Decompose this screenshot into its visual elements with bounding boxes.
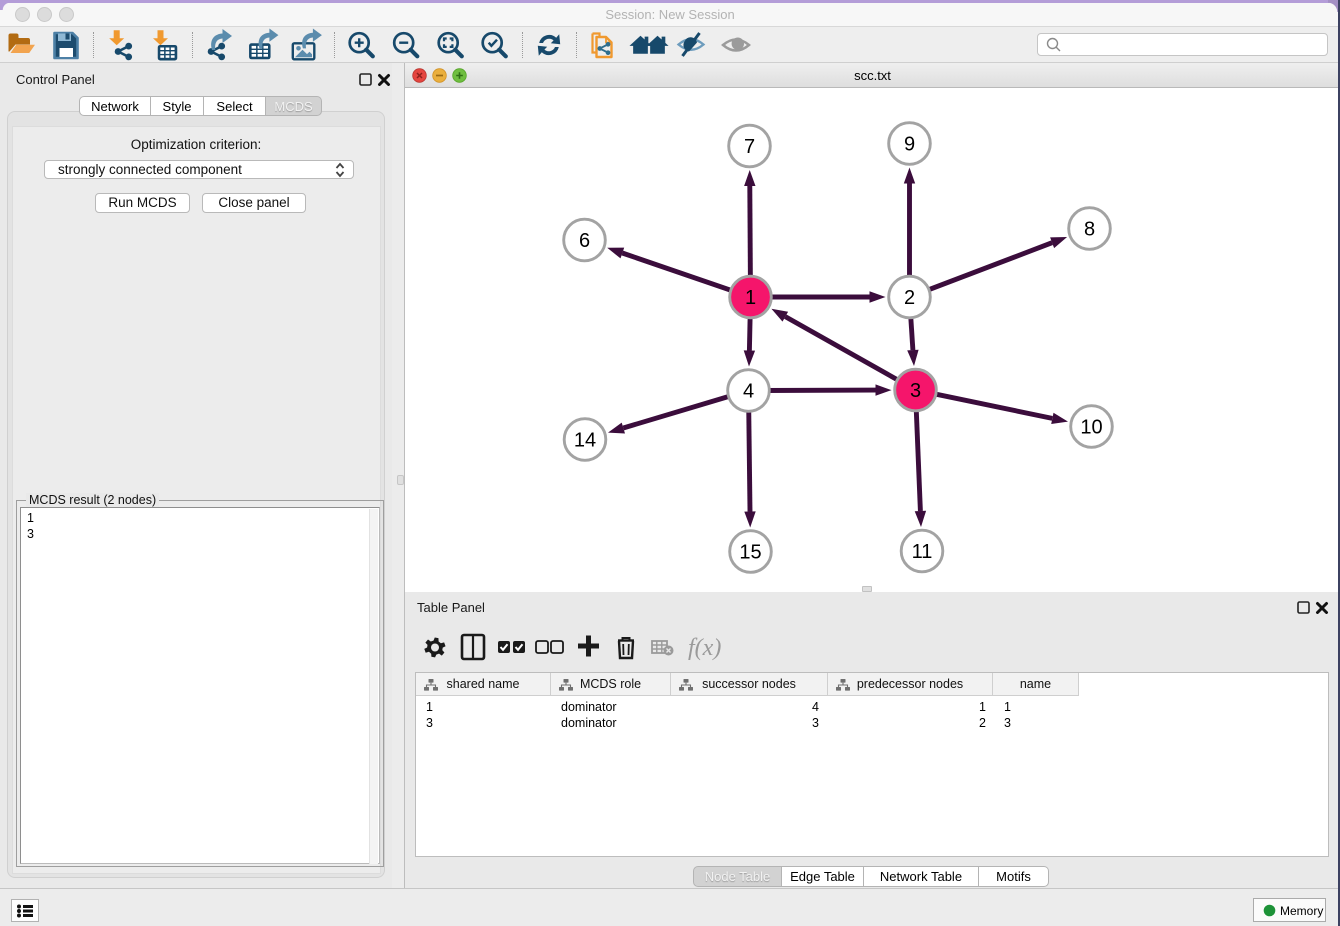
svg-text:6: 6 [579,230,590,252]
svg-text:15: 15 [739,542,761,564]
svg-text:14: 14 [574,430,596,452]
svg-text:4: 4 [743,381,754,403]
svg-text:10: 10 [1080,417,1102,439]
svg-text:7: 7 [744,136,755,158]
svg-text:8: 8 [1084,219,1095,241]
svg-text:11: 11 [912,541,933,563]
svg-text:1: 1 [745,287,756,309]
svg-text:3: 3 [910,380,921,402]
svg-text:2: 2 [904,287,915,309]
svg-text:f(x): f(x) [688,635,721,661]
svg-text:9: 9 [904,134,915,156]
